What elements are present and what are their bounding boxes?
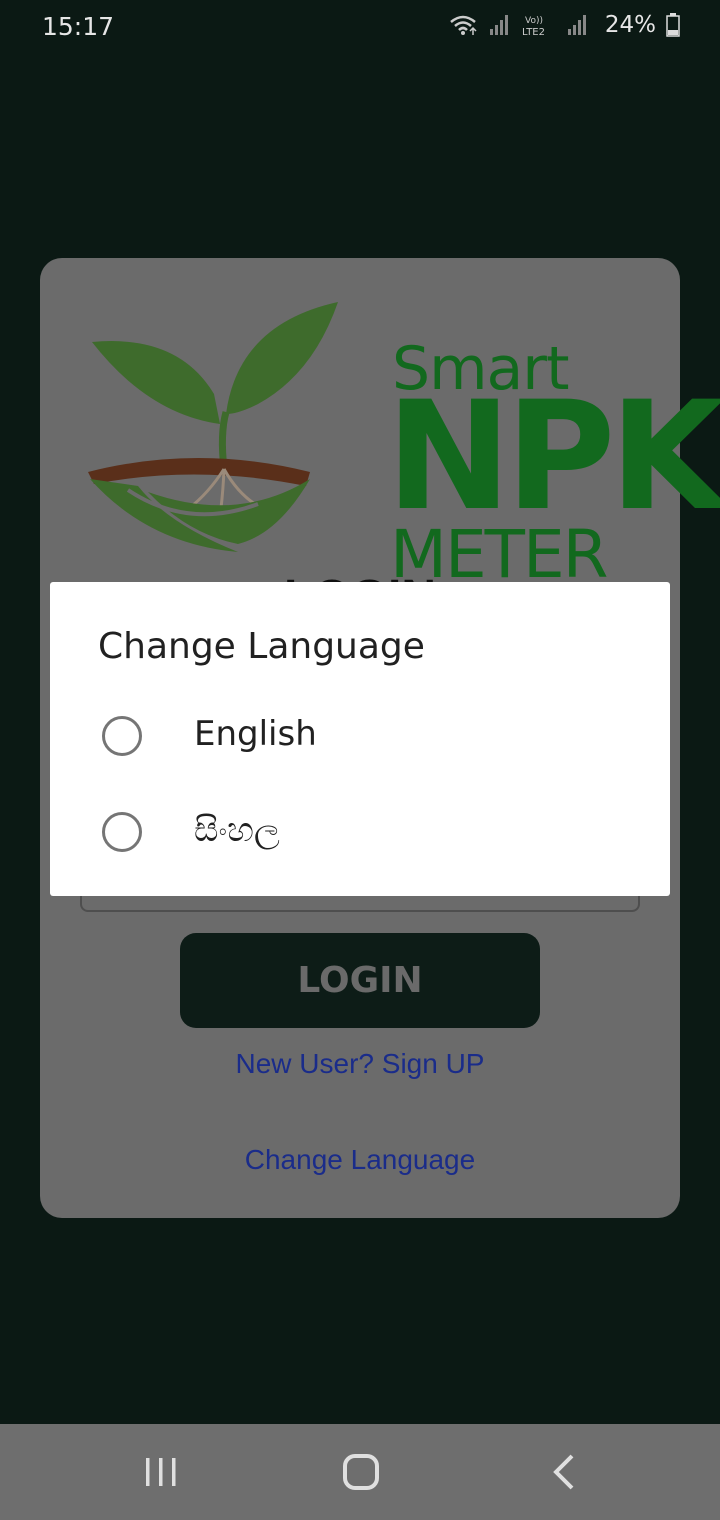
home-icon[interactable] — [340, 1452, 384, 1492]
change-language-link[interactable]: Change Language — [40, 1144, 680, 1176]
svg-text:LTE2: LTE2 — [522, 27, 545, 37]
language-option-label[interactable]: English — [194, 714, 317, 754]
language-option-english[interactable]: English — [100, 714, 620, 786]
plant-sprout-icon — [88, 302, 338, 552]
back-icon[interactable] — [548, 1452, 580, 1492]
radio-button[interactable] — [102, 812, 142, 852]
logo-npk-text: NPK — [386, 370, 720, 544]
dialog-title: Change Language — [98, 626, 425, 667]
battery-icon — [666, 13, 680, 37]
wifi-icon — [450, 15, 477, 35]
login-button[interactable]: LOGIN — [180, 933, 540, 1028]
volte-lte2-icon: Vo)) LTE2 — [522, 16, 545, 37]
radio-button[interactable] — [102, 716, 142, 756]
signup-link[interactable]: New User? Sign UP — [40, 1048, 680, 1080]
app-logo: Smart NPK METER — [88, 294, 720, 588]
signal-icon — [489, 15, 508, 35]
recent-apps-icon[interactable] — [142, 1452, 182, 1492]
status-bar: 15:17 Vo)) LTE2 24% — [0, 0, 720, 56]
language-option-sinhala[interactable]: සිංහල — [100, 810, 620, 882]
change-language-dialog: Change Language English සිංහල — [50, 582, 670, 896]
status-icons: Vo)) LTE2 24% — [449, 12, 680, 38]
battery-percent: 24% — [604, 12, 656, 38]
language-option-label[interactable]: සිංහල — [194, 810, 280, 850]
svg-text:Vo)): Vo)) — [525, 16, 543, 26]
status-time: 15:17 — [42, 12, 115, 41]
signal-icon — [567, 15, 586, 35]
navigation-bar — [0, 1424, 720, 1520]
